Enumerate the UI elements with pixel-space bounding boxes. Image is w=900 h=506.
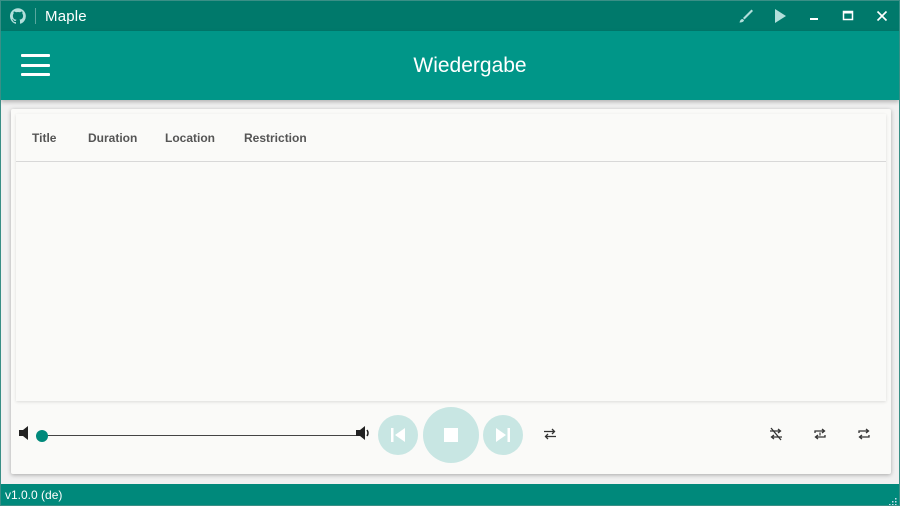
playlist-table: Title Duration Location Restriction: [16, 114, 886, 401]
play-icon[interactable]: [763, 1, 797, 31]
title-bar: Maple: [1, 1, 899, 31]
table-header: Title Duration Location Restriction: [16, 114, 886, 162]
playback-card: Title Duration Location Restriction: [11, 109, 891, 474]
table-body: [16, 163, 886, 401]
brush-icon[interactable]: [729, 1, 763, 31]
volume-up-icon[interactable]: [355, 425, 371, 441]
window-title: Maple: [45, 7, 87, 25]
volume-slider-thumb[interactable]: [36, 430, 48, 442]
close-icon[interactable]: [865, 1, 899, 31]
repeat-icon[interactable]: [856, 426, 872, 442]
github-icon[interactable]: [10, 8, 26, 24]
volume-slider-track[interactable]: [42, 435, 362, 436]
column-header-title[interactable]: Title: [32, 131, 56, 145]
column-header-duration[interactable]: Duration: [88, 131, 137, 145]
stop-icon: [444, 428, 458, 442]
swap-icon[interactable]: [542, 426, 558, 442]
previous-button[interactable]: [378, 415, 418, 455]
minimize-icon[interactable]: [797, 1, 831, 31]
column-header-restriction[interactable]: Restriction: [244, 131, 307, 145]
app-window: Maple Wiedergabe Title Duration Location…: [0, 0, 900, 506]
app-bar: Wiedergabe: [1, 31, 899, 100]
version-label: v1.0.0 (de): [5, 488, 63, 502]
next-button[interactable]: [483, 415, 523, 455]
page-title: Wiedergabe: [413, 54, 527, 77]
repeat-one-icon[interactable]: [812, 426, 828, 442]
status-bar: v1.0.0 (de): [1, 484, 899, 505]
maximize-icon[interactable]: [831, 1, 865, 31]
window-controls: [729, 1, 899, 31]
column-header-location[interactable]: Location: [165, 131, 215, 145]
skip-previous-icon: [391, 428, 405, 442]
skip-next-icon: [496, 428, 510, 442]
stop-button[interactable]: [423, 407, 479, 463]
title-separator: [35, 8, 36, 24]
resize-grip-icon[interactable]: [887, 493, 897, 505]
shuffle-off-icon[interactable]: [768, 426, 784, 442]
volume-mute-icon[interactable]: [18, 425, 34, 441]
player-controls: [11, 405, 891, 471]
